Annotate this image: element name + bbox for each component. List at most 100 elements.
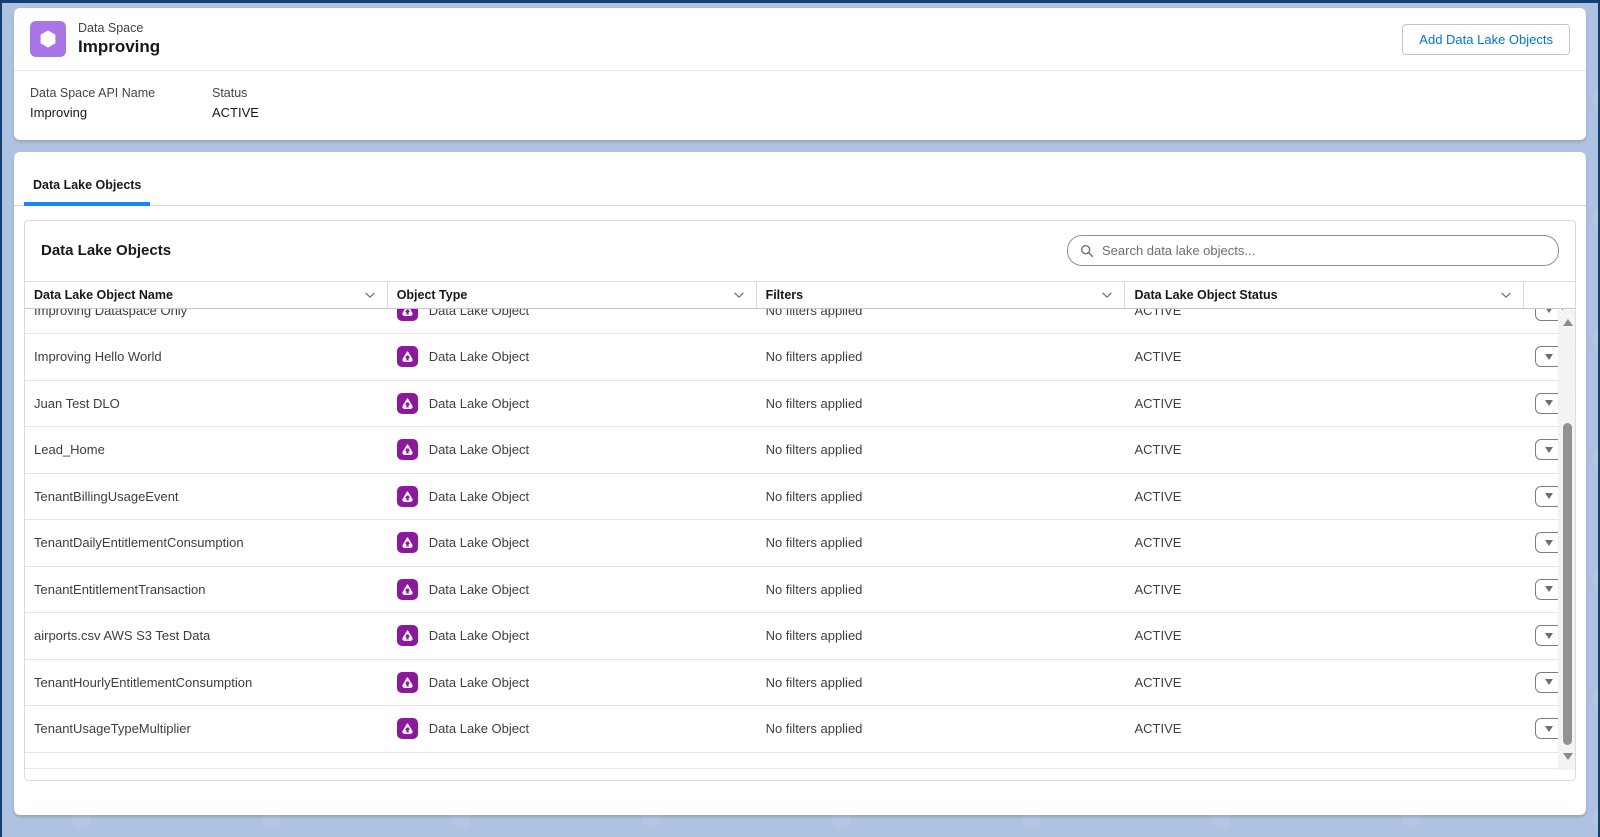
- chevron-down-icon[interactable]: [732, 288, 746, 302]
- row-type-cell: Data Lake Object: [388, 392, 757, 414]
- panel-title: Data Lake Objects: [41, 242, 172, 260]
- field-api-name-value: Improving: [30, 105, 88, 121]
- hexagon-glyph: [40, 30, 56, 48]
- row-status-cell: ACTIVE: [1125, 349, 1523, 364]
- dlo-status: ACTIVE: [1134, 349, 1182, 365]
- table-scrollbar[interactable]: [1558, 309, 1575, 770]
- row-filters-cell: No filters applied: [757, 675, 1126, 690]
- dlo-name[interactable]: TenantEntitlementTransaction: [34, 582, 206, 597]
- caret-down-icon: [1544, 493, 1553, 500]
- search-icon: [1080, 244, 1094, 257]
- dlo-name[interactable]: Improving Hello World: [34, 349, 162, 364]
- data-lake-object-icon: [396, 718, 418, 740]
- row-name-cell: TenantBillingUsageEvent: [25, 489, 388, 504]
- chevron-down-icon[interactable]: [363, 288, 377, 302]
- row-name-cell: TenantUsageTypeMultiplier: [25, 721, 388, 736]
- caret-down-icon: [1544, 725, 1553, 732]
- table-body-rows: Improving Dataspace Only Data Lake Objec…: [25, 308, 1575, 753]
- dlo-name[interactable]: TenantDailyEntitlementConsumption: [34, 535, 244, 550]
- table-row[interactable]: Lead_Home Data Lake Object No filters ap…: [25, 427, 1575, 474]
- row-name-cell: Improving Dataspace Only: [25, 309, 388, 318]
- dlo-filters: No filters applied: [765, 628, 863, 644]
- field-api-name: Data Space API Name Improving: [30, 84, 212, 124]
- table-row[interactable]: Improving Dataspace Only Data Lake Objec…: [25, 308, 1575, 335]
- dlo-type: Data Lake Object: [428, 581, 530, 597]
- data-lake-object-icon: [396, 392, 418, 414]
- table-row[interactable]: Juan Test DLO Data Lake Object No filter…: [25, 380, 1575, 428]
- table-row[interactable]: TenantDailyEntitlementConsumption Data L…: [25, 520, 1575, 567]
- dlo-name[interactable]: airports.csv AWS S3 Test Data: [34, 628, 210, 643]
- dlo-name[interactable]: TenantHourlyEntitlementConsumption: [34, 675, 252, 690]
- caret-down-icon: [1544, 446, 1553, 453]
- chevron-down-icon[interactable]: [1499, 288, 1513, 302]
- caret-down-icon: [1544, 632, 1553, 639]
- data-lake-object-icon: [396, 485, 418, 507]
- dlo-status: ACTIVE: [1134, 308, 1182, 318]
- data-space-icon: [30, 21, 66, 57]
- caret-down-icon: [1544, 353, 1553, 360]
- panel-header: Data Lake Objects: [25, 221, 1575, 281]
- row-type-cell: Data Lake Object: [388, 671, 757, 693]
- table-row[interactable]: TenantBillingUsageEvent Data Lake Object…: [25, 473, 1575, 521]
- dlo-type: Data Lake Object: [428, 488, 530, 504]
- header-fields: Data Space API Name Improving Status ACT…: [14, 71, 1586, 140]
- row-filters-cell: No filters applied: [757, 349, 1126, 364]
- row-status-cell: ACTIVE: [1125, 582, 1523, 597]
- search-box[interactable]: [1067, 235, 1559, 267]
- main-card: Data Lake Objects Data Lake Objects Data…: [14, 151, 1586, 815]
- dlo-name[interactable]: Juan Test DLO: [34, 396, 120, 411]
- dlo-name[interactable]: Improving Dataspace Only: [34, 309, 187, 318]
- dlo-type: Data Lake Object: [428, 721, 530, 737]
- caret-down-icon: [1544, 400, 1553, 407]
- row-status-cell: ACTIVE: [1125, 721, 1523, 736]
- column-header-status-label: Data Lake Object Status: [1134, 287, 1278, 302]
- caret-down-icon: [1544, 308, 1553, 314]
- dlo-status: ACTIVE: [1134, 674, 1182, 690]
- row-type-cell: Data Lake Object: [388, 625, 757, 647]
- dlo-name[interactable]: TenantBillingUsageEvent: [34, 489, 179, 504]
- table-row[interactable]: TenantUsageTypeMultiplier Data Lake Obje…: [25, 706, 1575, 753]
- data-lake-object-icon: [396, 625, 418, 647]
- data-lake-object-icon: [396, 439, 418, 461]
- dlo-status: ACTIVE: [1134, 488, 1182, 504]
- scrollbar-down-icon[interactable]: [1562, 752, 1573, 762]
- row-name-cell: Juan Test DLO: [25, 396, 388, 411]
- dlo-name[interactable]: Lead_Home: [34, 442, 105, 457]
- chevron-down-icon[interactable]: [1100, 288, 1114, 302]
- row-type-cell: Data Lake Object: [388, 532, 757, 554]
- column-header-name-label: Data Lake Object Name: [34, 287, 173, 302]
- row-type-cell: Data Lake Object: [388, 346, 757, 368]
- dlo-type: Data Lake Object: [428, 395, 530, 411]
- page-title: Improving: [78, 37, 161, 57]
- dlo-status: ACTIVE: [1134, 442, 1182, 458]
- row-type-cell: Data Lake Object: [388, 718, 757, 740]
- column-header-filters[interactable]: Filters: [757, 281, 1126, 308]
- row-filters-cell: No filters applied: [757, 442, 1126, 457]
- column-header-name[interactable]: Data Lake Object Name: [25, 281, 388, 308]
- dlo-filters: No filters applied: [765, 721, 863, 737]
- row-status-cell: ACTIVE: [1125, 309, 1523, 318]
- dlo-status: ACTIVE: [1134, 628, 1182, 644]
- row-name-cell: Improving Hello World: [25, 349, 388, 364]
- table-row[interactable]: TenantEntitlementTransaction Data Lake O…: [25, 566, 1575, 614]
- dlo-status: ACTIVE: [1134, 395, 1182, 411]
- data-lake-object-icon: [396, 346, 418, 368]
- tab-data-lake-objects[interactable]: Data Lake Objects: [24, 169, 151, 206]
- search-input[interactable]: [1102, 243, 1546, 259]
- table-row[interactable]: TenantHourlyEntitlementConsumption Data …: [25, 659, 1575, 707]
- dlo-status: ACTIVE: [1134, 581, 1182, 597]
- scrollbar-up-icon[interactable]: [1562, 318, 1573, 328]
- table-row[interactable]: airports.csv AWS S3 Test Data Data Lake …: [25, 613, 1575, 660]
- row-status-cell: ACTIVE: [1125, 675, 1523, 690]
- table-row[interactable]: Improving Hello World Data Lake Object N…: [25, 334, 1575, 381]
- page-header-card: Data Space Improving Add Data Lake Objec…: [14, 8, 1586, 140]
- add-data-lake-objects-button[interactable]: Add Data Lake Objects: [1402, 23, 1570, 55]
- dlo-status: ACTIVE: [1134, 721, 1182, 737]
- dlo-name[interactable]: TenantUsageTypeMultiplier: [34, 721, 191, 736]
- dlo-filters: No filters applied: [765, 674, 863, 690]
- scrollbar-thumb[interactable]: [1563, 422, 1572, 745]
- dlo-status: ACTIVE: [1134, 535, 1182, 551]
- column-header-status[interactable]: Data Lake Object Status: [1125, 281, 1524, 308]
- row-status-cell: ACTIVE: [1125, 535, 1523, 550]
- column-header-type[interactable]: Object Type: [388, 281, 757, 308]
